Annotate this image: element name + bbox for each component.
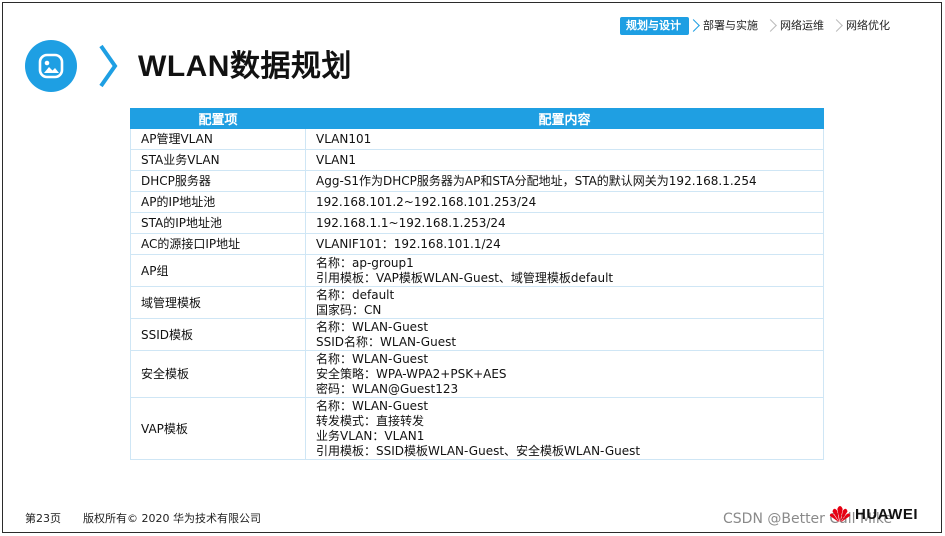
config-item-cell: AP组 — [130, 254, 306, 287]
footer: 第23页 版权所有© 2020 华为技术有限公司 — [25, 510, 261, 526]
table-row: AP管理VLAN VLAN101 — [130, 128, 824, 150]
breadcrumb-item-deploy[interactable]: 部署与实施 — [697, 17, 766, 35]
config-item-cell: DHCP服务器 — [130, 170, 306, 192]
breadcrumb-chevron-icon — [832, 17, 840, 35]
config-content-line: 192.168.1.1~192.168.1.253/24 — [316, 216, 506, 230]
config-content-cell: 名称：WLAN-Guest 安全策略：WPA-WPA2+PSK+AES 密码：WLA… — [305, 350, 824, 398]
config-content-line: Agg-S1作为DHCP服务器为AP和STA分配地址，STA的默认网关为192.… — [316, 174, 757, 188]
chevron-right-icon — [99, 44, 118, 88]
config-item-cell: STA业务VLAN — [130, 149, 306, 171]
huawei-flower-icon — [829, 506, 851, 523]
image-icon — [25, 40, 77, 92]
table-header-key: 配置项 — [130, 108, 306, 129]
config-table: 配置项 配置内容 AP管理VLAN VLAN101 STA业务VLAN VLAN1 DH… — [130, 108, 824, 460]
config-content-line: 转发模式：直接转发 — [316, 414, 425, 428]
table-row: AP组 名称：ap-group1 引用模板：VAP模板WLAN-Guest、域管理模… — [130, 254, 824, 287]
config-content-line: VLAN1 — [316, 153, 356, 167]
config-content-cell: VLANIF101：192.168.101.1/24 — [305, 233, 824, 255]
page-title: WLAN数据规划 — [138, 50, 352, 83]
config-content-line: 名称：default — [316, 288, 395, 302]
huawei-brand-text: HUAWEI — [855, 505, 918, 523]
config-content-cell: 名称：ap-group1 引用模板：VAP模板WLAN-Guest、域管理模板de… — [305, 254, 824, 287]
config-content-line: 192.168.101.2~192.168.101.253/24 — [316, 195, 537, 209]
breadcrumb-chevron-icon — [766, 17, 774, 35]
config-item-cell: STA的IP地址池 — [130, 212, 306, 234]
breadcrumb-chevron-icon — [689, 17, 697, 35]
table-row: AC的源接口IP地址 VLANIF101：192.168.101.1/24 — [130, 233, 824, 255]
config-content-cell: VLAN101 — [305, 128, 824, 150]
config-item-cell: AP管理VLAN — [130, 128, 306, 150]
config-content-line: VLANIF101：192.168.101.1/24 — [316, 237, 501, 251]
config-content-cell: 名称：WLAN-Guest SSID名称：WLAN-Guest — [305, 318, 824, 351]
config-content-line: 引用模板：VAP模板WLAN-Guest、域管理模板default — [316, 271, 614, 285]
table-row: DHCP服务器 Agg-S1作为DHCP服务器为AP和STA分配地址，STA的默认… — [130, 170, 824, 192]
config-item-cell: AP的IP地址池 — [130, 191, 306, 213]
table-body: AP管理VLAN VLAN101 STA业务VLAN VLAN1 DHCP服务器 Agg-… — [130, 128, 824, 460]
table-row: STA业务VLAN VLAN1 — [130, 149, 824, 171]
config-content-cell: 192.168.1.1~192.168.1.253/24 — [305, 212, 824, 234]
config-item-cell: AC的源接口IP地址 — [130, 233, 306, 255]
config-content-cell: 名称：default 国家码：CN — [305, 286, 824, 319]
table-row: 安全模板 名称：WLAN-Guest 安全策略：WPA-WPA2+PSK+AES 密码… — [130, 350, 824, 398]
config-content-line: 业务VLAN：VLAN1 — [316, 429, 425, 443]
config-content-line: 密码：WLAN@Guest123 — [316, 382, 459, 396]
table-row: STA的IP地址池 192.168.1.1~192.168.1.253/24 — [130, 212, 824, 234]
breadcrumb: 规划与设计 部署与实施 网络运维 网络优化 — [620, 17, 898, 35]
table-row: 域管理模板 名称：default 国家码：CN — [130, 286, 824, 319]
config-item-cell: 域管理模板 — [130, 286, 306, 319]
config-item-cell: 安全模板 — [130, 350, 306, 398]
config-item-cell: VAP模板 — [130, 397, 306, 460]
breadcrumb-item-plan-design[interactable]: 规划与设计 — [620, 17, 689, 35]
copyright-text: 版权所有© 2020 华为技术有限公司 — [83, 512, 261, 525]
table-row: AP的IP地址池 192.168.101.2~192.168.101.253/24 — [130, 191, 824, 213]
config-content-line: 安全策略：WPA-WPA2+PSK+AES — [316, 367, 507, 381]
config-content-cell: 名称：WLAN-Guest 转发模式：直接转发 业务VLAN：VLAN1 引用模板：S… — [305, 397, 824, 460]
config-content-cell: 192.168.101.2~192.168.101.253/24 — [305, 191, 824, 213]
page-number: 第23页 — [25, 512, 61, 525]
config-content-line: 名称：ap-group1 — [316, 256, 414, 270]
breadcrumb-item-optimize[interactable]: 网络优化 — [840, 17, 898, 35]
config-content-cell: VLAN1 — [305, 149, 824, 171]
huawei-logo: HUAWEI — [829, 505, 918, 523]
table-row: VAP模板 名称：WLAN-Guest 转发模式：直接转发 业务VLAN：VLAN1 引… — [130, 397, 824, 460]
config-content-line: 名称：WLAN-Guest — [316, 399, 429, 413]
config-content-line: 国家码：CN — [316, 303, 382, 317]
table-header-row: 配置项 配置内容 — [130, 108, 824, 129]
slide-frame: 规划与设计 部署与实施 网络运维 网络优化 WLAN数据规划 配置项 配置内容 … — [2, 2, 942, 533]
config-content-cell: Agg-S1作为DHCP服务器为AP和STA分配地址，STA的默认网关为192.… — [305, 170, 824, 192]
config-content-line: VLAN101 — [316, 132, 372, 146]
config-content-line: 引用模板：SSID模板WLAN-Guest、安全模板WLAN-Guest — [316, 444, 641, 458]
config-content-line: 名称：WLAN-Guest — [316, 320, 429, 334]
config-content-line: 名称：WLAN-Guest — [316, 352, 429, 366]
breadcrumb-item-operations[interactable]: 网络运维 — [774, 17, 832, 35]
table-header-value: 配置内容 — [305, 108, 824, 129]
config-item-cell: SSID模板 — [130, 318, 306, 351]
table-row: SSID模板 名称：WLAN-Guest SSID名称：WLAN-Guest — [130, 318, 824, 351]
config-content-line: SSID名称：WLAN-Guest — [316, 335, 457, 349]
